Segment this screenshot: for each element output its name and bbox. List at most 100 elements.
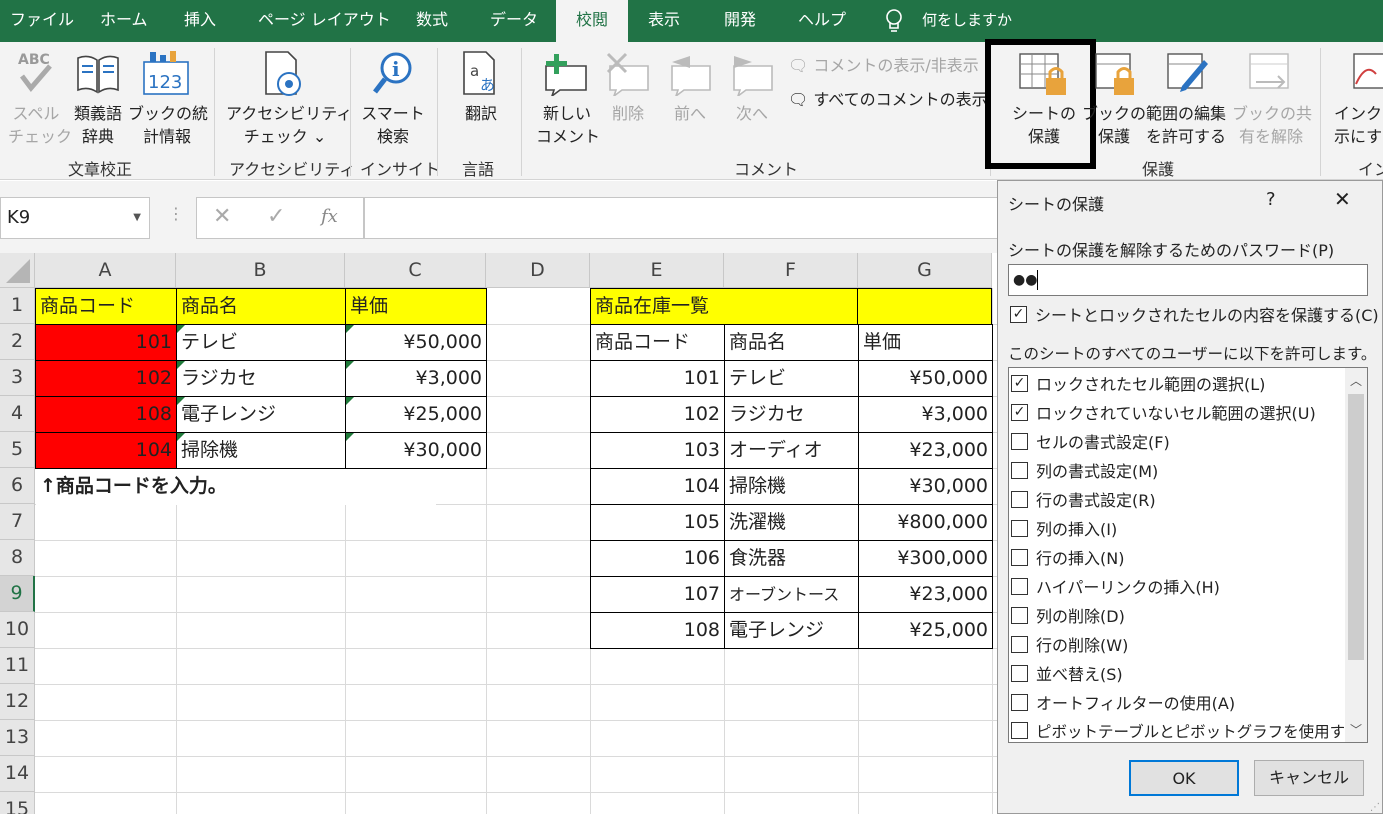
row-header-9[interactable]: 9 bbox=[0, 576, 35, 612]
list-scrollbar[interactable]: ︿ ﹀ bbox=[1345, 368, 1367, 742]
cell-a5[interactable]: 104 bbox=[35, 432, 177, 469]
cell-f2[interactable]: 商品名 bbox=[724, 324, 859, 361]
new-comment-button[interactable]: 新しい コメント bbox=[536, 102, 600, 148]
cell-c5[interactable]: ¥30,000 bbox=[345, 432, 487, 469]
cancel-button[interactable]: キャンセル bbox=[1254, 760, 1364, 796]
show-hide-comment-button[interactable]: 🗨 コメントの表示/非表示 bbox=[788, 52, 979, 76]
cell-a2[interactable]: 101 bbox=[35, 324, 177, 361]
row-header-6[interactable]: 6 bbox=[0, 468, 35, 504]
row-header-15[interactable]: 15 bbox=[0, 792, 35, 814]
worksheet-grid[interactable]: A B C D E F G 1 2 3 4 5 6 7 8 9 10 11 12… bbox=[0, 253, 1000, 814]
column-header-d[interactable]: D bbox=[486, 253, 590, 288]
column-header-e[interactable]: E bbox=[590, 253, 724, 288]
smart-lookup-button[interactable]: スマート 検索 bbox=[360, 102, 426, 148]
next-comment-button[interactable]: 次へ bbox=[728, 102, 776, 125]
previous-comment-button[interactable]: 前へ bbox=[666, 102, 714, 125]
cell-a6-note[interactable]: ↑商品コードを入力。 bbox=[36, 469, 436, 505]
cell-g5[interactable]: ¥23,000 bbox=[858, 432, 993, 469]
scroll-up-icon[interactable]: ︿ bbox=[1350, 372, 1362, 389]
show-all-comments-button[interactable]: 🗨 すべてのコメントの表示 bbox=[788, 86, 988, 110]
permissions-list[interactable]: ✓ ロックされたセル範囲の選択(L) ✓ ロックされていないセル範囲の選択(U) セ… bbox=[1008, 367, 1368, 743]
row-header-14[interactable]: 14 bbox=[0, 756, 35, 792]
scrollbar-thumb[interactable] bbox=[1348, 394, 1364, 660]
row-header-13[interactable]: 13 bbox=[0, 720, 35, 756]
cell-g8[interactable]: ¥300,000 bbox=[858, 540, 993, 577]
tab-insert[interactable]: 挿入 bbox=[184, 0, 216, 42]
option-pivot[interactable]: ピボットテーブルとピボットグラフを使用する bbox=[1011, 718, 1361, 742]
help-icon[interactable]: ? bbox=[1266, 189, 1276, 210]
protect-contents-checkbox[interactable]: ✓ シートとロックされたセルの内容を保護する(C) bbox=[1010, 301, 1379, 330]
cell-e6[interactable]: 104 bbox=[590, 468, 725, 505]
cell-e7[interactable]: 105 bbox=[590, 504, 725, 541]
column-header-c[interactable]: C bbox=[345, 253, 486, 288]
cell-c2[interactable]: ¥50,000 bbox=[345, 324, 487, 361]
row-header-5[interactable]: 5 bbox=[0, 432, 35, 468]
option-select-locked[interactable]: ✓ ロックされたセル範囲の選択(L) bbox=[1011, 370, 1265, 399]
option-insert-hyperlinks[interactable]: ハイパーリンクの挿入(H) bbox=[1011, 573, 1220, 602]
column-header-a[interactable]: A bbox=[35, 253, 176, 288]
cell-a4[interactable]: 108 bbox=[35, 396, 177, 433]
option-insert-columns[interactable]: 列の挿入(I) bbox=[1011, 515, 1117, 544]
cell-g4[interactable]: ¥3,000 bbox=[858, 396, 993, 433]
option-format-columns[interactable]: 列の書式設定(M) bbox=[1011, 457, 1158, 486]
delete-comment-button[interactable]: 削除 bbox=[604, 102, 652, 125]
cell-b5[interactable]: 掃除機 bbox=[176, 432, 346, 469]
cell-f8[interactable]: 食洗器 bbox=[724, 540, 859, 577]
cell-b1[interactable]: 商品名 bbox=[176, 288, 346, 325]
tab-formulas[interactable]: 数式 bbox=[416, 0, 448, 42]
cell-e2[interactable]: 商品コード bbox=[590, 324, 725, 361]
column-header-b[interactable]: B bbox=[176, 253, 345, 288]
cell-g7[interactable]: ¥800,000 bbox=[858, 504, 993, 541]
insert-function-icon[interactable]: fx bbox=[321, 206, 338, 227]
cell-f10[interactable]: 電子レンジ bbox=[724, 612, 859, 649]
row-header-4[interactable]: 4 bbox=[0, 396, 35, 432]
thesaurus-button[interactable]: 類義語 辞典 bbox=[68, 102, 128, 148]
allow-edit-ranges-button[interactable]: 範囲の編集 を許可する bbox=[1140, 102, 1232, 148]
ok-button[interactable]: OK bbox=[1129, 760, 1239, 796]
row-header-2[interactable]: 2 bbox=[0, 324, 35, 360]
name-box[interactable]: K9 ▼ bbox=[0, 197, 150, 239]
cell-f4[interactable]: ラジカセ bbox=[724, 396, 859, 433]
formula-input[interactable] bbox=[364, 197, 1004, 239]
option-select-unlocked[interactable]: ✓ ロックされていないセル範囲の選択(U) bbox=[1011, 399, 1316, 428]
close-icon[interactable]: ✕ bbox=[1334, 187, 1351, 211]
cell-a1[interactable]: 商品コード bbox=[35, 288, 177, 325]
cell-e4[interactable]: 102 bbox=[590, 396, 725, 433]
tab-data[interactable]: データ bbox=[490, 0, 538, 42]
cell-g6[interactable]: ¥30,000 bbox=[858, 468, 993, 505]
tab-developer[interactable]: 開発 bbox=[724, 0, 756, 42]
cell-b2[interactable]: テレビ bbox=[176, 324, 346, 361]
password-input[interactable]: ●● bbox=[1008, 264, 1368, 296]
row-header-11[interactable]: 11 bbox=[0, 648, 35, 684]
protect-sheet-button[interactable]: シートの 保護 bbox=[1008, 102, 1080, 148]
cell-e3[interactable]: 101 bbox=[590, 360, 725, 397]
protect-workbook-button[interactable]: ブックの 保護 bbox=[1082, 102, 1146, 148]
cell-b3[interactable]: ラジカセ bbox=[176, 360, 346, 397]
cell-f7[interactable]: 洗濯機 bbox=[724, 504, 859, 541]
row-header-8[interactable]: 8 bbox=[0, 540, 35, 576]
row-header-1[interactable]: 1 bbox=[0, 288, 35, 324]
tab-file[interactable]: ファイル bbox=[10, 0, 74, 42]
tab-page-layout[interactable]: ページ レイアウト bbox=[258, 0, 391, 42]
enter-check-icon[interactable]: ✓ bbox=[267, 204, 285, 229]
option-sort[interactable]: 並べ替え(S) bbox=[1011, 660, 1123, 689]
row-header-3[interactable]: 3 bbox=[0, 360, 35, 396]
name-box-dropdown-icon[interactable]: ▼ bbox=[133, 198, 141, 238]
option-delete-columns[interactable]: 列の削除(D) bbox=[1011, 602, 1125, 631]
unshare-workbook-button[interactable]: ブックの共 有を解除 bbox=[1232, 102, 1312, 148]
workbook-statistics-button[interactable]: ブックの統 計情報 bbox=[128, 102, 208, 148]
tab-help[interactable]: ヘルプ bbox=[798, 0, 846, 42]
cell-e9[interactable]: 107 bbox=[590, 576, 725, 613]
cell-e10[interactable]: 108 bbox=[590, 612, 725, 649]
tab-view[interactable]: 表示 bbox=[648, 0, 680, 42]
cell-c1[interactable]: 単価 bbox=[345, 288, 487, 325]
cell-g3[interactable]: ¥50,000 bbox=[858, 360, 993, 397]
cell-f5[interactable]: オーディオ bbox=[724, 432, 859, 469]
tab-home[interactable]: ホーム bbox=[100, 0, 148, 42]
column-header-g[interactable]: G bbox=[858, 253, 992, 288]
option-autofilter[interactable]: オートフィルターの使用(A) bbox=[1011, 689, 1235, 718]
accessibility-check-button[interactable]: アクセシビリティ チェック ⌄ bbox=[226, 102, 352, 148]
hide-ink-button[interactable]: インクを示にす bbox=[1334, 102, 1383, 148]
cell-g2[interactable]: 単価 bbox=[858, 324, 993, 361]
cell-f3[interactable]: テレビ bbox=[724, 360, 859, 397]
